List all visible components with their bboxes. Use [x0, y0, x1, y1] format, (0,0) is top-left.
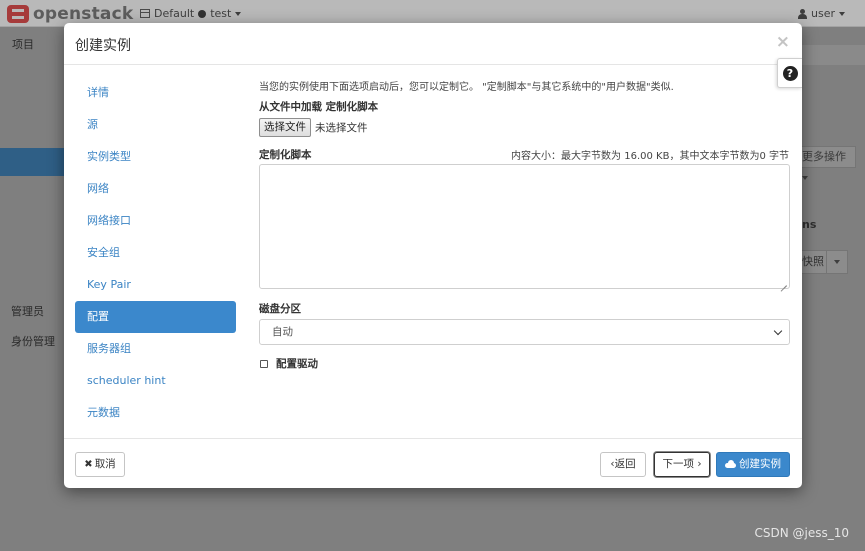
intro-text: 当您的实例使用下面选项启动后，您可以定制它。 "定制脚本"与其它系统中的"用户数…	[259, 82, 674, 93]
script-label: 定制化脚本	[259, 149, 312, 161]
nav-item-source[interactable]: 源	[75, 109, 236, 141]
choose-file-button[interactable]: 选择文件	[259, 118, 311, 137]
snapshot-dropdown-toggle[interactable]	[826, 250, 848, 274]
nav-item-security-groups[interactable]: 安全组	[75, 237, 236, 269]
customization-script-textarea[interactable]	[259, 164, 790, 289]
create-label: 创建实例	[739, 458, 781, 470]
nav-item-flavor[interactable]: 实例类型	[75, 141, 236, 173]
openstack-logo[interactable]: openstack	[7, 4, 133, 24]
caret-down-icon	[235, 11, 242, 16]
domain-name: Default	[154, 7, 195, 20]
back-label: 返回	[614, 458, 636, 470]
nav-item-configuration[interactable]: 配置	[75, 301, 236, 333]
next-label: 下一项	[662, 458, 694, 470]
sidebar-active-item[interactable]	[0, 148, 64, 176]
modal-footer: ✖ 取消 ‹返回 下一项 › 创建实例	[64, 438, 802, 488]
sidebar-item-identity[interactable]: 身份管理	[11, 333, 55, 349]
chevron-down-icon	[773, 326, 783, 336]
nav-item-metadata[interactable]: 元数据	[75, 397, 236, 429]
next-button[interactable]: 下一项 ›	[654, 452, 710, 477]
project-name: test	[210, 7, 232, 20]
caret-down-icon	[839, 11, 845, 16]
domain-icon	[140, 9, 150, 18]
project-dot-icon	[198, 9, 207, 18]
close-icon[interactable]: ×	[776, 32, 790, 52]
watermark: CSDN @jess_10	[754, 526, 849, 540]
sidebar-item-project[interactable]: 项目	[12, 36, 34, 52]
nav-item-details[interactable]: 详情	[75, 77, 236, 109]
chevron-right-icon: ›	[697, 458, 702, 470]
disk-partition-value: 自动	[272, 326, 293, 338]
caret-down-icon	[802, 176, 808, 180]
logo-text: openstack	[33, 4, 134, 24]
disk-partition-label: 磁盘分区	[259, 303, 301, 315]
user-name: user	[811, 7, 835, 20]
background-filter-bar	[800, 45, 865, 65]
nav-item-key-pair[interactable]: Key Pair	[75, 269, 236, 301]
openstack-logo-icon	[7, 5, 29, 23]
close-icon: ✖	[84, 459, 93, 470]
question-icon: ?	[782, 65, 798, 81]
more-actions-button[interactable]: 更多操作	[800, 146, 856, 180]
user-icon	[798, 8, 807, 19]
help-button[interactable]: ?	[777, 58, 802, 88]
launch-instance-modal: 创建实例 × ? 详情 源 实例类型 网络 网络接口 安全组 Key Pair …	[64, 23, 802, 488]
content-size-note: 内容大小：最大字节数为 16.00 KB，其中文本字节数为0 字节	[511, 151, 789, 162]
create-instance-button[interactable]: 创建实例	[716, 452, 790, 477]
table-header-actions: ns	[802, 218, 817, 231]
cancel-label: 取消	[94, 458, 116, 470]
config-drive-checkbox[interactable]	[260, 360, 268, 368]
no-file-text: 未选择文件	[315, 122, 368, 134]
modal-title: 创建实例	[75, 38, 131, 54]
cloud-upload-icon	[725, 460, 736, 468]
snapshot-label: 快照	[802, 255, 824, 268]
file-load-label: 从文件中加载 定制化脚本	[259, 101, 379, 113]
config-drive-label[interactable]: 配置驱动	[276, 356, 318, 371]
back-button[interactable]: ‹返回	[600, 452, 646, 477]
more-actions-label: 更多操作	[802, 150, 846, 163]
nav-item-scheduler-hint[interactable]: scheduler hint	[75, 365, 236, 397]
nav-item-networks[interactable]: 网络	[75, 173, 236, 205]
disk-partition-select[interactable]: 自动	[259, 319, 790, 345]
modal-header: 创建实例 ×	[64, 23, 802, 65]
wizard-nav: 详情 源 实例类型 网络 网络接口 安全组 Key Pair 配置 服务器组 s…	[75, 77, 236, 429]
sidebar-item-admin[interactable]: 管理员	[11, 303, 44, 319]
project-selector[interactable]: Default test	[140, 7, 242, 20]
cancel-button[interactable]: ✖ 取消	[75, 452, 125, 477]
nav-item-server-groups[interactable]: 服务器组	[75, 333, 236, 365]
resize-grip-icon[interactable]	[779, 278, 788, 287]
user-menu[interactable]: user	[798, 7, 845, 20]
caret-down-icon	[834, 260, 840, 264]
nav-item-network-ports[interactable]: 网络接口	[75, 205, 236, 237]
